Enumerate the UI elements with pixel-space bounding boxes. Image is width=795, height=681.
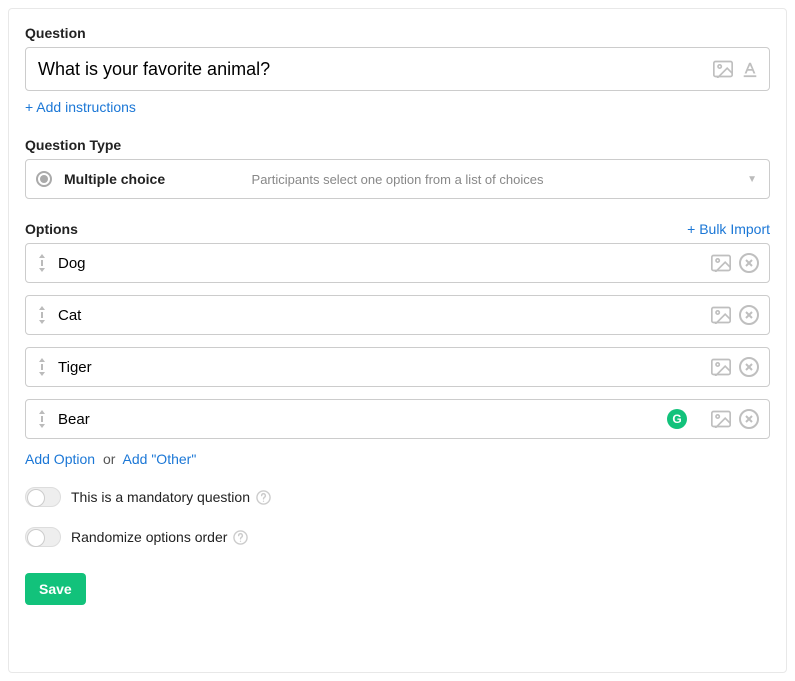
randomize-toggle-row: Randomize options order (25, 527, 770, 547)
options-label: Options (25, 221, 78, 237)
image-icon[interactable] (711, 410, 731, 428)
drag-handle-icon[interactable] (36, 358, 48, 376)
question-type-name: Multiple choice (64, 171, 165, 187)
image-icon[interactable] (711, 254, 731, 272)
mandatory-label: This is a mandatory question (71, 489, 250, 505)
question-label: Question (25, 25, 770, 41)
grammarly-badge-icon: G (667, 409, 687, 429)
image-icon[interactable] (713, 60, 733, 78)
option-input[interactable] (56, 410, 667, 429)
help-icon[interactable] (233, 530, 248, 545)
option-row (25, 347, 770, 387)
image-icon[interactable] (711, 358, 731, 376)
randomize-label: Randomize options order (71, 529, 227, 545)
add-option-link[interactable]: Add Option (25, 451, 95, 467)
option-row: G (25, 399, 770, 439)
mandatory-toggle-row: This is a mandatory question (25, 487, 770, 507)
drag-handle-icon[interactable] (36, 254, 48, 272)
remove-option-icon[interactable] (739, 409, 759, 429)
options-list: G (25, 243, 770, 439)
add-other-link[interactable]: Add "Other" (123, 451, 197, 467)
question-type-description: Participants select one option from a li… (252, 172, 544, 187)
question-type-label: Question Type (25, 137, 770, 153)
option-input[interactable] (56, 358, 703, 377)
question-input[interactable] (36, 48, 705, 90)
remove-option-icon[interactable] (739, 305, 759, 325)
bulk-import-link[interactable]: + Bulk Import (687, 221, 770, 237)
option-input[interactable] (56, 254, 703, 273)
mandatory-toggle[interactable] (25, 487, 61, 507)
drag-handle-icon[interactable] (36, 306, 48, 324)
add-instructions-link[interactable]: + Add instructions (25, 99, 770, 115)
option-row (25, 295, 770, 335)
or-separator: or (103, 451, 115, 467)
help-icon[interactable] (256, 490, 271, 505)
remove-option-icon[interactable] (739, 357, 759, 377)
randomize-toggle[interactable] (25, 527, 61, 547)
option-input[interactable] (56, 306, 703, 325)
save-button[interactable]: Save (25, 573, 86, 605)
chevron-down-icon: ▼ (747, 174, 757, 185)
text-format-icon[interactable] (741, 60, 759, 78)
image-icon[interactable] (711, 306, 731, 324)
remove-option-icon[interactable] (739, 253, 759, 273)
question-type-select[interactable]: Multiple choice Participants select one … (25, 159, 770, 199)
question-input-wrap (25, 47, 770, 91)
drag-handle-icon[interactable] (36, 410, 48, 428)
question-editor-panel: Question + Add instructions Question Typ… (8, 8, 787, 673)
radio-icon (36, 171, 52, 187)
option-row (25, 243, 770, 283)
